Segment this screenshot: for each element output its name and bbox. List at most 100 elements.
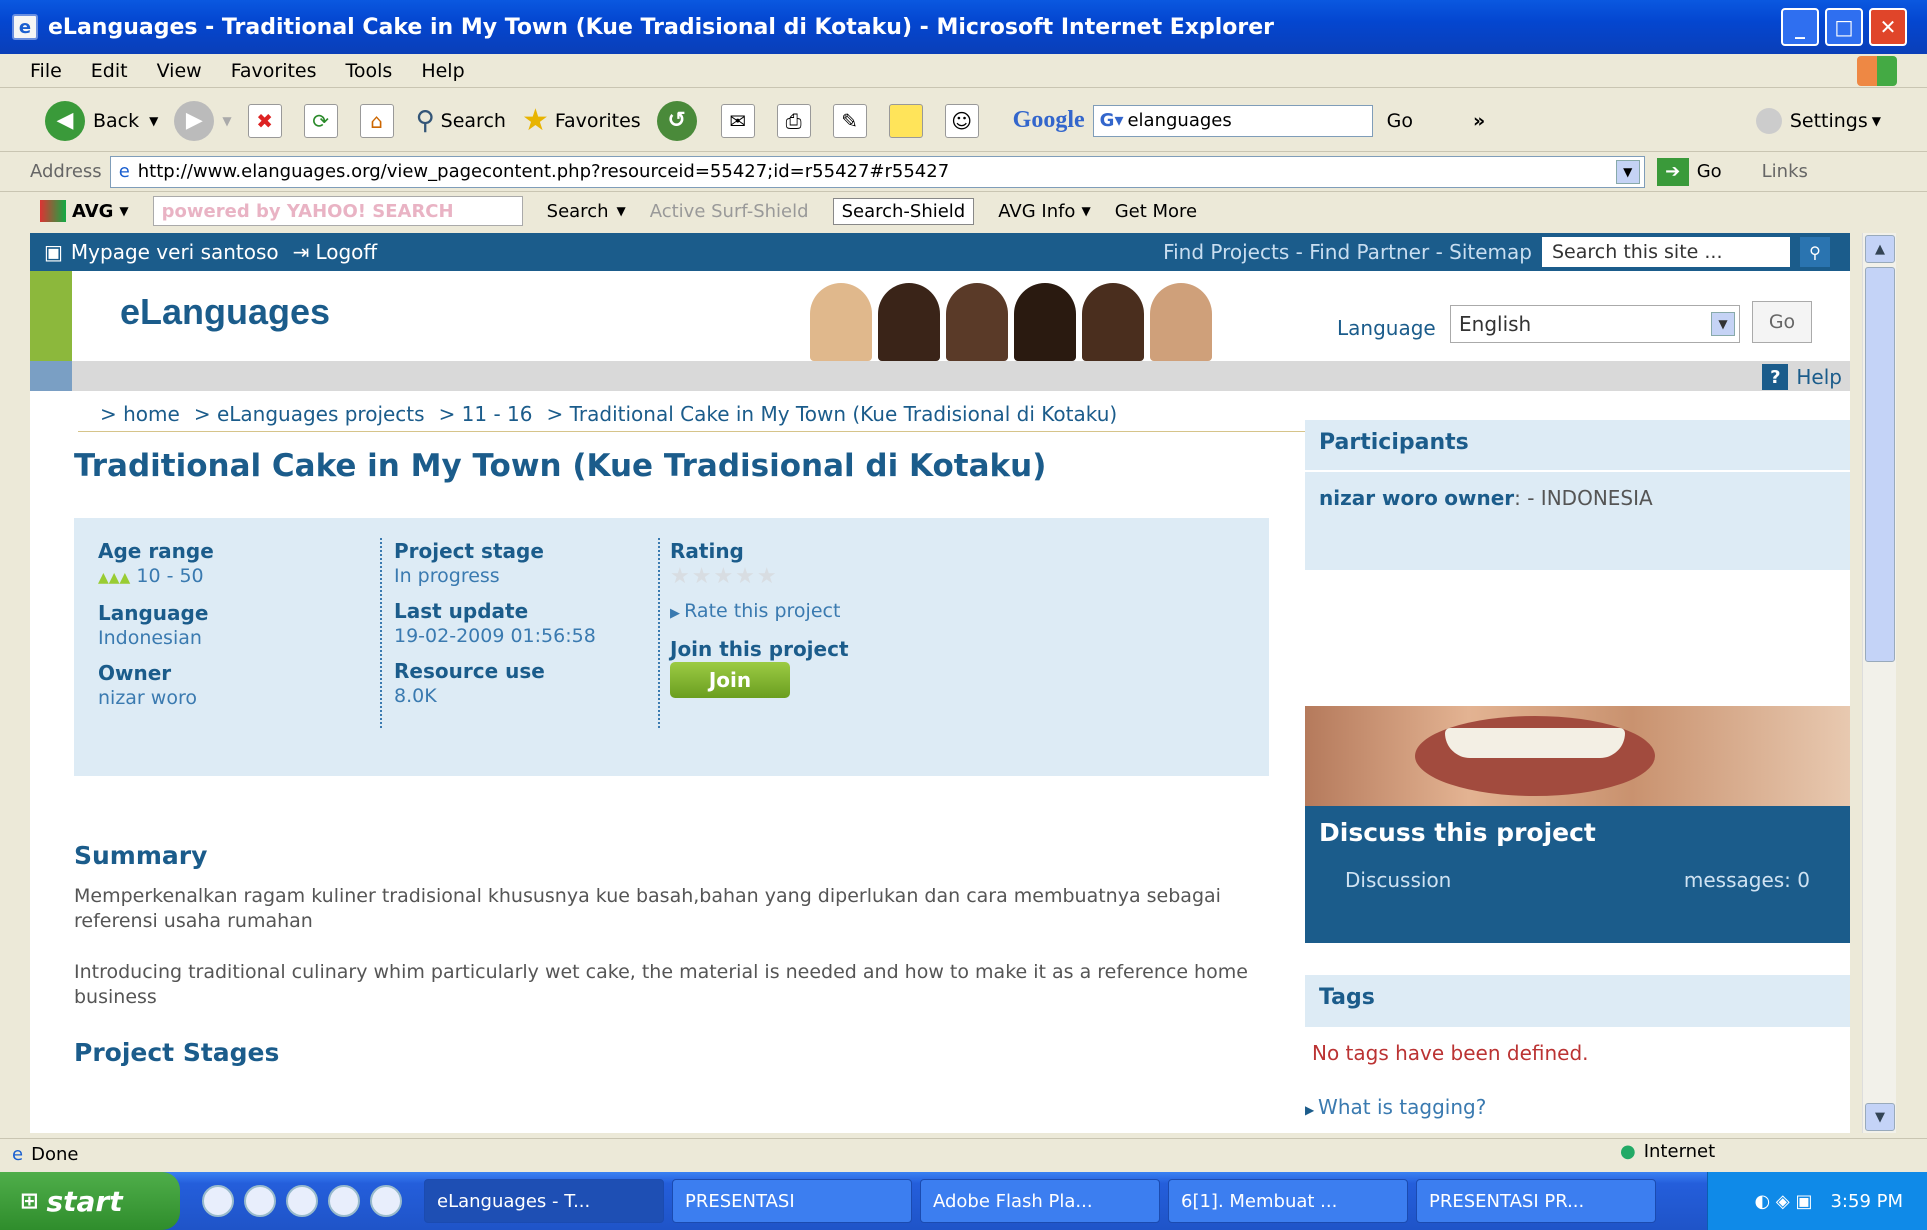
- standard-toolbar: ◀ Back ▼ ▶ ▼ ✖ ⟳ ⌂ ⚲ Search ★ Favorites ↺ …: [0, 90, 1927, 152]
- stage-label: Project stage: [394, 539, 544, 563]
- get-more-button[interactable]: Get More: [1115, 201, 1197, 222]
- chevron-down-icon[interactable]: ▼: [1615, 159, 1640, 184]
- back-button[interactable]: ◀ Back ▼: [45, 100, 158, 141]
- search-icon[interactable]: ⚲: [1800, 237, 1830, 267]
- owner-value[interactable]: nizar woro: [98, 686, 214, 710]
- edit-icon[interactable]: ✎: [832, 103, 867, 138]
- mypage-link[interactable]: Mypage veri santoso: [71, 240, 279, 264]
- page-icon: e: [118, 161, 130, 182]
- home-icon[interactable]: ⌂: [359, 103, 394, 138]
- maximize-button[interactable]: □: [1825, 8, 1863, 46]
- search-icon: ⚲: [415, 105, 435, 136]
- yahoo-search-input[interactable]: powered by YAHOO! SEARCH: [152, 196, 523, 226]
- quick-launch-icon[interactable]: [328, 1185, 360, 1217]
- avg-search-button[interactable]: Search ▼: [547, 201, 626, 222]
- task-presentasi[interactable]: PRESENTASI: [672, 1179, 912, 1223]
- start-button[interactable]: ⊞ start: [0, 1172, 180, 1230]
- rate-project-link[interactable]: ▶ Rate this project: [670, 599, 849, 626]
- title-bar: e eLanguages - Traditional Cake in My To…: [0, 0, 1927, 54]
- breadcrumb-age[interactable]: > 11 - 16: [439, 402, 533, 426]
- rating-stars[interactable]: ★★★★★: [670, 564, 849, 589]
- note-icon[interactable]: [888, 103, 923, 138]
- logoff-link[interactable]: Logoff: [315, 240, 377, 264]
- quick-launch-icon[interactable]: [244, 1185, 276, 1217]
- tray-icons[interactable]: ◐ ◈ ▣: [1754, 1191, 1812, 1212]
- avg-info-button[interactable]: AVG Info ▼: [998, 201, 1090, 222]
- language-go-button[interactable]: Go: [1752, 301, 1812, 343]
- google-search-input[interactable]: G▾ elanguages: [1092, 104, 1373, 137]
- help-link[interactable]: ? Help: [1762, 364, 1842, 390]
- join-button[interactable]: Join: [670, 662, 790, 698]
- favorites-button[interactable]: ★ Favorites: [522, 103, 641, 138]
- task-presentasi-pr[interactable]: PRESENTASI PR...: [1416, 1179, 1656, 1223]
- forward-button[interactable]: ▶ ▼: [174, 100, 232, 141]
- quick-launch-icon[interactable]: [202, 1185, 234, 1217]
- menu-help[interactable]: Help: [421, 60, 464, 82]
- breadcrumb-home[interactable]: > home: [100, 402, 180, 426]
- vertical-scrollbar[interactable]: ▲ ▼: [1862, 233, 1896, 1133]
- quick-launch-icon[interactable]: [286, 1185, 318, 1217]
- search-button[interactable]: ⚲ Search: [416, 106, 506, 136]
- scroll-thumb[interactable]: [1865, 267, 1895, 662]
- resource-value: 8.0K: [394, 685, 437, 707]
- address-go-button[interactable]: Go: [1697, 161, 1722, 182]
- find-projects-link[interactable]: Find Projects: [1163, 240, 1289, 264]
- stop-icon[interactable]: ✖: [247, 103, 282, 138]
- menu-view[interactable]: View: [157, 60, 202, 82]
- minimize-button[interactable]: _: [1781, 8, 1819, 46]
- avg-logo-icon: [40, 200, 66, 222]
- age-range-value: 10 - 50: [136, 565, 204, 587]
- links-button[interactable]: Links: [1762, 161, 1808, 182]
- resource-label: Resource use: [394, 659, 545, 683]
- go-arrow-icon[interactable]: ➔: [1656, 157, 1689, 186]
- task-elanguages[interactable]: eLanguages - T...: [424, 1179, 664, 1223]
- clock: 3:59 PM: [1830, 1190, 1903, 1212]
- task-membuat[interactable]: 6[1]. Membuat ...: [1168, 1179, 1408, 1223]
- avg-toolbar: AVG ▼ powered by YAHOO! SEARCH Search ▼ Ac…: [0, 192, 1927, 230]
- task-flash[interactable]: Adobe Flash Pla...: [920, 1179, 1160, 1223]
- what-is-tagging-link[interactable]: ▶ What is tagging?: [1305, 1095, 1486, 1119]
- participants-heading: Participants: [1305, 420, 1850, 470]
- quick-launch-icon[interactable]: [370, 1185, 402, 1217]
- elanguages-logo[interactable]: eLanguages: [120, 291, 330, 333]
- settings-button[interactable]: Settings ▼: [1755, 107, 1881, 134]
- breadcrumb-projects[interactable]: > eLanguages projects: [194, 402, 425, 426]
- google-go-button[interactable]: Go: [1387, 110, 1413, 132]
- participant-name[interactable]: nizar woro: [1319, 486, 1438, 510]
- history-icon[interactable]: ↺: [656, 100, 697, 141]
- menu-tools[interactable]: Tools: [346, 60, 393, 82]
- window-title: eLanguages - Traditional Cake in My Town…: [48, 14, 1274, 40]
- menu-bar: File Edit View Favorites Tools Help: [0, 54, 1927, 88]
- refresh-icon[interactable]: ⟳: [303, 103, 338, 138]
- language-select[interactable]: English ▼: [1450, 305, 1740, 343]
- breadcrumb-current[interactable]: > Traditional Cake in My Town (Kue Tradi…: [547, 402, 1118, 426]
- age-range-label: Age range: [98, 539, 214, 563]
- summary-text-en: Introducing traditional culinary whim pa…: [74, 961, 1248, 1008]
- scroll-down-icon[interactable]: ▼: [1865, 1103, 1895, 1131]
- menu-edit[interactable]: Edit: [91, 60, 128, 82]
- active-surf-shield[interactable]: Active Surf-Shield: [650, 201, 809, 222]
- help-icon: ?: [1762, 364, 1789, 390]
- search-shield-button[interactable]: Search-Shield: [832, 197, 975, 225]
- address-input[interactable]: e http://www.elanguages.org/view_pagecon…: [109, 155, 1645, 188]
- menu-favorites[interactable]: Favorites: [231, 60, 317, 82]
- owner-label: Owner: [98, 661, 172, 685]
- close-button[interactable]: ✕: [1869, 8, 1907, 46]
- print-icon[interactable]: ⎙: [776, 103, 811, 138]
- sitemap-link[interactable]: Sitemap: [1449, 240, 1532, 264]
- star-icon: ★: [521, 103, 549, 138]
- site-search-input[interactable]: Search this site ...: [1542, 237, 1790, 267]
- scroll-up-icon[interactable]: ▲: [1865, 235, 1895, 263]
- page-done-icon: e: [12, 1144, 24, 1165]
- logoff-icon: ⇥: [292, 240, 310, 264]
- stage-value: In progress: [394, 565, 500, 587]
- find-partner-link[interactable]: Find Partner: [1309, 240, 1429, 264]
- browser-window: e eLanguages - Traditional Cake in My To…: [0, 0, 1927, 1230]
- menu-file[interactable]: File: [30, 60, 62, 82]
- avg-menu[interactable]: AVG ▼: [40, 200, 129, 222]
- discuss-heading: Discuss this project: [1319, 818, 1596, 847]
- google-toolbar: Google G▾ elanguages Go »: [1013, 104, 1485, 137]
- mail-icon[interactable]: ✉: [720, 103, 755, 138]
- messenger-icon[interactable]: ☺: [944, 103, 979, 138]
- discussion-link[interactable]: Discussion: [1345, 868, 1451, 892]
